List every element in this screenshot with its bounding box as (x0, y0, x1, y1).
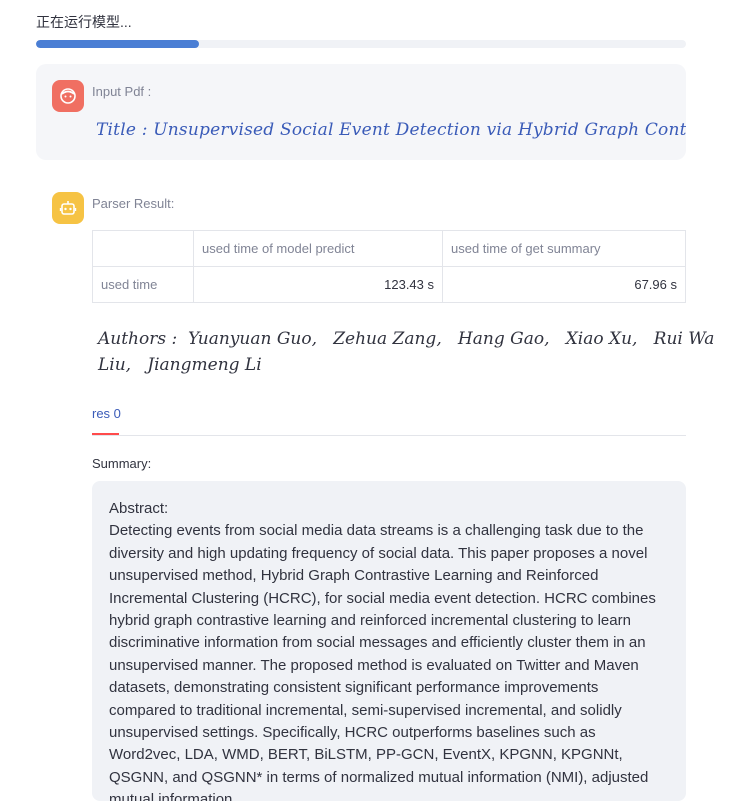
summary-text: Abstract: Detecting events from social m… (109, 498, 669, 801)
input-message: Input Pdf : Title : Unsupervised Social … (36, 64, 686, 160)
paper-title: Title : Unsupervised Social Event Detect… (96, 120, 686, 140)
smile-face-icon (60, 88, 76, 104)
status-text: 正在运行模型... (36, 14, 132, 30)
authors-line: Authors : Yuanyuan Guo, Zehua Zang, Hang… (98, 329, 715, 349)
table-cell: 123.43 s (193, 266, 443, 303)
table-cell: 67.96 s (442, 266, 686, 303)
summary-box: Abstract: Detecting events from social m… (92, 481, 686, 801)
authors-block: Authors : Yuanyuan Guo, Zehua Zang, Hang… (98, 326, 733, 378)
summary-label: Summary: (92, 456, 152, 471)
progress-bar (36, 40, 686, 48)
bot-avatar (52, 192, 84, 224)
tab-divider (92, 435, 686, 436)
timing-table: used time of model predict used time of … (92, 230, 686, 303)
input-label: Input Pdf : (92, 84, 152, 99)
progress-fill (36, 40, 199, 48)
table-row-header: used time (92, 266, 194, 303)
summary-heading: Abstract: (109, 500, 169, 517)
table-header-cell: used time of model predict (193, 230, 443, 267)
table-row: used time 123.43 s 67.96 s (92, 266, 686, 303)
authors-line: Liu, Jiangmeng Li (98, 355, 262, 375)
parser-label: Parser Result: (92, 196, 175, 211)
user-avatar (52, 80, 84, 112)
robot-icon (59, 201, 77, 215)
table-header-row: used time of model predict used time of … (92, 230, 686, 267)
summary-body: Detecting events from social media data … (109, 522, 656, 801)
tab-res-0[interactable]: res 0 (92, 406, 121, 421)
table-header-cell (92, 230, 194, 267)
table-header-cell: used time of get summary (442, 230, 686, 267)
